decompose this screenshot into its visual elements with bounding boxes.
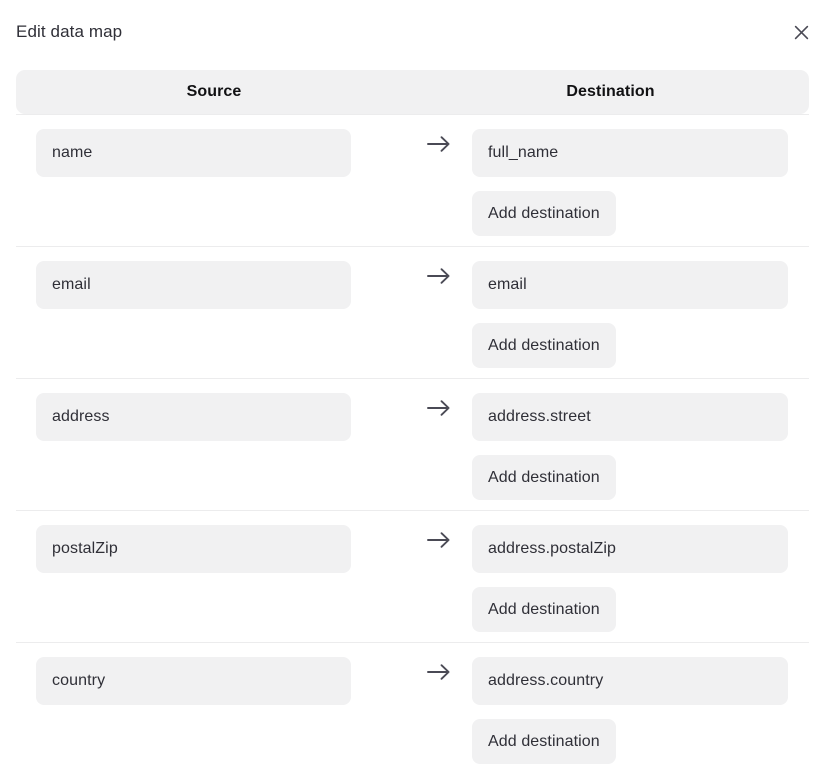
destination-field[interactable]: address.country <box>472 657 788 705</box>
dialog-header: Edit data map <box>0 0 825 70</box>
destination-cell: email Add destination <box>472 247 809 368</box>
destination-cell: address.postalZip Add destination <box>472 511 809 632</box>
arrow-cell <box>406 115 472 163</box>
column-header-source: Source <box>186 83 242 100</box>
source-cell: country <box>16 643 406 705</box>
source-field[interactable]: email <box>36 261 351 309</box>
arrow-cell <box>406 511 472 559</box>
destination-cell: address.country Add destination <box>472 643 809 764</box>
add-destination-button[interactable]: Add destination <box>472 191 616 236</box>
destination-field[interactable]: email <box>472 261 788 309</box>
arrow-cell <box>406 247 472 295</box>
table-row: postalZip address.postalZip Add destinat… <box>16 510 809 642</box>
add-destination-button[interactable]: Add destination <box>472 323 616 368</box>
destination-field[interactable]: address.street <box>472 393 788 441</box>
arrow-right-icon <box>426 398 452 423</box>
destination-field[interactable]: full_name <box>472 129 788 177</box>
source-cell: postalZip <box>16 511 406 573</box>
source-field[interactable]: country <box>36 657 351 705</box>
destination-field[interactable]: address.postalZip <box>472 525 788 573</box>
source-cell: name <box>16 115 406 177</box>
arrow-right-icon <box>426 134 452 159</box>
table-row: email email Add destination <box>16 246 809 378</box>
add-destination-button[interactable]: Add destination <box>472 455 616 500</box>
column-header-destination: Destination <box>566 83 655 100</box>
add-destination-button[interactable]: Add destination <box>472 587 616 632</box>
destination-cell: full_name Add destination <box>472 115 809 236</box>
close-icon <box>794 25 809 40</box>
page-title: Edit data map <box>16 22 123 41</box>
destination-cell: address.street Add destination <box>472 379 809 500</box>
source-cell: address <box>16 379 406 441</box>
source-field[interactable]: postalZip <box>36 525 351 573</box>
table-row: name full_name Add destination <box>16 114 809 246</box>
source-field[interactable]: address <box>36 393 351 441</box>
arrow-right-icon <box>426 662 452 687</box>
table-row: address address.street Add destination <box>16 378 809 510</box>
data-map-table: Source Destination name full_name Add de… <box>16 70 809 774</box>
table-header-row: Source Destination <box>16 70 809 114</box>
add-destination-button[interactable]: Add destination <box>472 719 616 764</box>
arrow-cell <box>406 379 472 427</box>
source-cell: email <box>16 247 406 309</box>
source-field[interactable]: name <box>36 129 351 177</box>
arrow-right-icon <box>426 530 452 555</box>
arrow-cell <box>406 643 472 691</box>
table-row: country address.country Add destination <box>16 642 809 774</box>
arrow-right-icon <box>426 266 452 291</box>
close-button[interactable] <box>788 19 814 45</box>
